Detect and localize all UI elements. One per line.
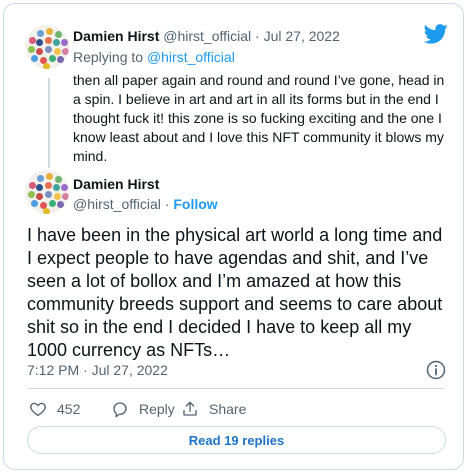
read-replies-button[interactable]: Read 19 replies	[27, 426, 446, 454]
avatar-dot	[43, 63, 50, 69]
avatar-dot	[62, 48, 69, 55]
avatar-dot	[53, 39, 60, 46]
replying-to: Replying to @hirst_official	[73, 49, 235, 65]
avatar-dot	[36, 184, 43, 191]
avatar-dot	[28, 191, 35, 198]
twitter-bird-icon[interactable]	[424, 24, 448, 44]
share-label: Share	[209, 401, 247, 417]
main-author-handle[interactable]: @hirst_official	[73, 196, 161, 212]
info-icon[interactable]	[426, 360, 446, 380]
avatar-dot	[31, 200, 38, 207]
action-divider	[27, 388, 445, 389]
avatar-dot	[36, 48, 43, 55]
reply-label: Reply	[139, 401, 175, 417]
reply-button[interactable]: Reply	[111, 399, 175, 419]
avatar-dot	[31, 55, 38, 62]
avatar-dot	[37, 175, 44, 182]
reply-author-handle[interactable]: @hirst_official	[163, 28, 251, 44]
avatar-dot	[62, 193, 69, 200]
avatar-dot	[45, 191, 52, 198]
avatar-dot	[61, 184, 68, 191]
main-tweet-text: I have been in the physical art world a …	[27, 225, 443, 360]
avatar-dot	[54, 193, 61, 200]
main-separator: ·	[164, 196, 170, 212]
avatar-dot	[29, 37, 36, 44]
avatar-dot	[43, 208, 50, 214]
avatar-dot	[49, 200, 56, 207]
replying-prefix: Replying to	[73, 49, 144, 65]
avatar-dot	[54, 48, 61, 55]
like-button[interactable]: 452	[29, 399, 80, 419]
avatar-dot	[28, 46, 35, 53]
avatar-dot	[49, 55, 56, 62]
main-author-handle-line: @hirst_official · Follow	[73, 196, 218, 212]
avatar-dot	[45, 37, 52, 44]
avatar-dot	[46, 28, 53, 35]
share-icon	[183, 401, 197, 416]
avatar-dot	[36, 193, 43, 200]
reply-author-line: Damien Hirst @hirst_official · Jul 27, 2…	[73, 28, 340, 44]
reply-tweet-text: then all paper again and round and round…	[73, 72, 445, 164]
main-author-avatar[interactable]	[25, 170, 69, 214]
avatar-dot	[36, 39, 43, 46]
avatar-dot	[57, 201, 64, 208]
avatar-dot	[57, 56, 64, 63]
avatar-dot	[29, 182, 36, 189]
avatar-dot	[45, 46, 52, 53]
reply-separator: ·	[255, 28, 260, 44]
thread-connector-line	[48, 78, 50, 168]
like-count: 452	[57, 401, 81, 417]
share-button[interactable]: Share	[181, 399, 246, 419]
avatar-dot	[61, 39, 68, 46]
avatar-dot	[45, 182, 52, 189]
avatar-dot	[55, 176, 62, 183]
avatar-dot	[53, 184, 60, 191]
avatar-dot	[46, 173, 53, 180]
reply-author-avatar[interactable]	[25, 25, 69, 69]
reply-author-name[interactable]: Damien Hirst	[73, 28, 159, 44]
main-author-name[interactable]: Damien Hirst	[73, 176, 159, 192]
avatar-dot	[55, 31, 62, 38]
tweet-timestamp[interactable]: 7:12 PM · Jul 27, 2022	[27, 362, 168, 378]
replying-handle-link[interactable]: @hirst_official	[147, 49, 235, 65]
avatar-dot	[37, 30, 44, 37]
reply-bubble-icon	[113, 402, 127, 418]
follow-button[interactable]: Follow	[173, 196, 217, 212]
tweet-embed-card: Damien Hirst @hirst_official · Jul 27, 2…	[3, 3, 464, 470]
heart-icon	[30, 402, 46, 417]
reply-date[interactable]: Jul 27, 2022	[264, 28, 340, 44]
